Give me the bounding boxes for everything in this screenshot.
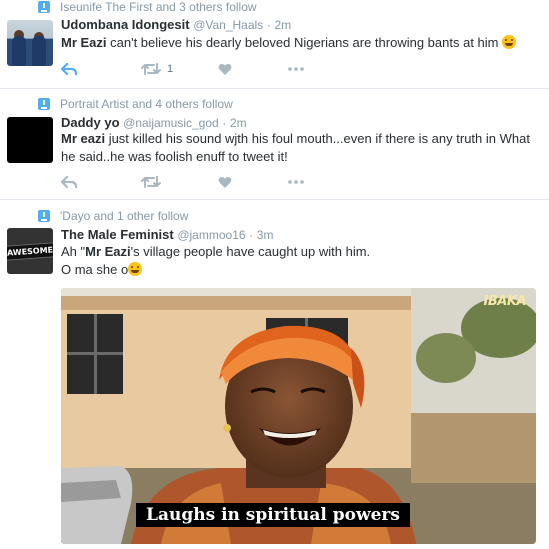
timeline: Iseunife The First and 3 others follow U… — [0, 0, 549, 549]
timestamp[interactable]: 2m — [230, 116, 247, 130]
retweet-button[interactable] — [141, 175, 218, 189]
avatar[interactable] — [7, 117, 53, 163]
user-handle[interactable]: @Van_Haals — [193, 18, 263, 32]
timestamp[interactable]: 3m — [257, 228, 274, 242]
timestamp[interactable]: 2m — [274, 18, 291, 32]
social-context: 'Dayo and 1 other follow — [38, 209, 189, 223]
heart-icon — [218, 63, 232, 75]
retweet-button[interactable]: 1 — [141, 62, 218, 76]
separator: · — [222, 116, 227, 130]
tweet-actions: 1 — [61, 62, 328, 76]
more-button[interactable] — [288, 180, 328, 184]
tweet-text-body: 's village people have caught up with hi… — [130, 244, 371, 259]
tweet-text-body: can't believe his dearly beloved Nigeria… — [106, 35, 499, 50]
follow-context-icon — [38, 98, 50, 110]
user-name[interactable]: Udombana Idongesit — [61, 17, 190, 32]
more-button[interactable] — [288, 67, 328, 71]
user-handle[interactable]: @naijamusic_god — [123, 116, 219, 130]
tweet-text: Mr eazi just killed his sound wjth his f… — [61, 130, 541, 166]
tweet[interactable]: Portrait Artist and 4 others follow Dadd… — [0, 89, 549, 200]
avatar[interactable]: AWESOME — [7, 228, 53, 274]
tweet-header: Udombana Idongesit @Van_Haals · 2m — [61, 17, 291, 32]
avatar[interactable] — [7, 20, 53, 66]
follow-context-icon — [38, 210, 50, 222]
reply-icon — [61, 62, 77, 76]
tweet-actions — [61, 175, 328, 189]
media-watermark: IBAKA — [483, 294, 527, 309]
mention-bold: Mr Eazi — [85, 244, 131, 259]
avatar-label: AWESOME — [7, 241, 53, 261]
social-context-text: 'Dayo and 1 other follow — [60, 209, 189, 223]
more-dots-icon — [288, 180, 304, 184]
tweet-text: Mr Eazi can't believe his dearly beloved… — [61, 34, 541, 52]
social-context: Iseunife The First and 3 others follow — [38, 0, 257, 14]
follow-context-icon — [38, 1, 50, 13]
tweet-text-line2: O ma she o — [61, 262, 129, 277]
user-name[interactable]: Daddy yo — [61, 115, 120, 130]
laughing-emoji-icon — [502, 35, 517, 49]
tweet-text-body: just killed his sound wjth his foul mout… — [61, 131, 530, 164]
tweet[interactable]: Iseunife The First and 3 others follow U… — [0, 0, 549, 89]
separator: · — [249, 228, 254, 242]
tweet-header: The Male Feminist @jammoo16 · 3m — [61, 227, 273, 242]
retweet-count: 1 — [167, 63, 174, 75]
tweet[interactable]: 'Dayo and 1 other follow AWESOME The Mal… — [0, 200, 549, 549]
user-name[interactable]: The Male Feminist — [61, 227, 174, 242]
separator: · — [266, 18, 271, 32]
retweet-icon — [141, 176, 161, 188]
media-image[interactable]: IBAKA Laughs in spiritual powers — [61, 288, 536, 544]
reply-button[interactable] — [61, 175, 141, 189]
media-caption: Laughs in spiritual powers — [136, 503, 410, 527]
like-button[interactable] — [218, 63, 288, 76]
social-context-text: Portrait Artist and 4 others follow — [60, 97, 233, 111]
reply-button[interactable] — [61, 62, 141, 76]
tweet-header: Daddy yo @naijamusic_god · 2m — [61, 115, 247, 130]
social-context-text: Iseunife The First and 3 others follow — [60, 0, 257, 14]
reply-icon — [61, 175, 77, 189]
heart-icon — [218, 176, 232, 188]
grinning-squinting-emoji-icon — [128, 262, 143, 276]
more-dots-icon — [288, 67, 304, 71]
mention-bold: Mr eazi — [61, 131, 106, 146]
tweet-text-pre: Ah " — [61, 244, 86, 259]
like-button[interactable] — [218, 176, 288, 189]
social-context: Portrait Artist and 4 others follow — [38, 97, 233, 111]
tweet-text: Ah "Mr Eazi's village people have caught… — [61, 243, 541, 279]
retweet-icon — [141, 63, 161, 75]
user-handle[interactable]: @jammoo16 — [177, 228, 245, 242]
mention-bold: Mr Eazi — [61, 35, 107, 50]
